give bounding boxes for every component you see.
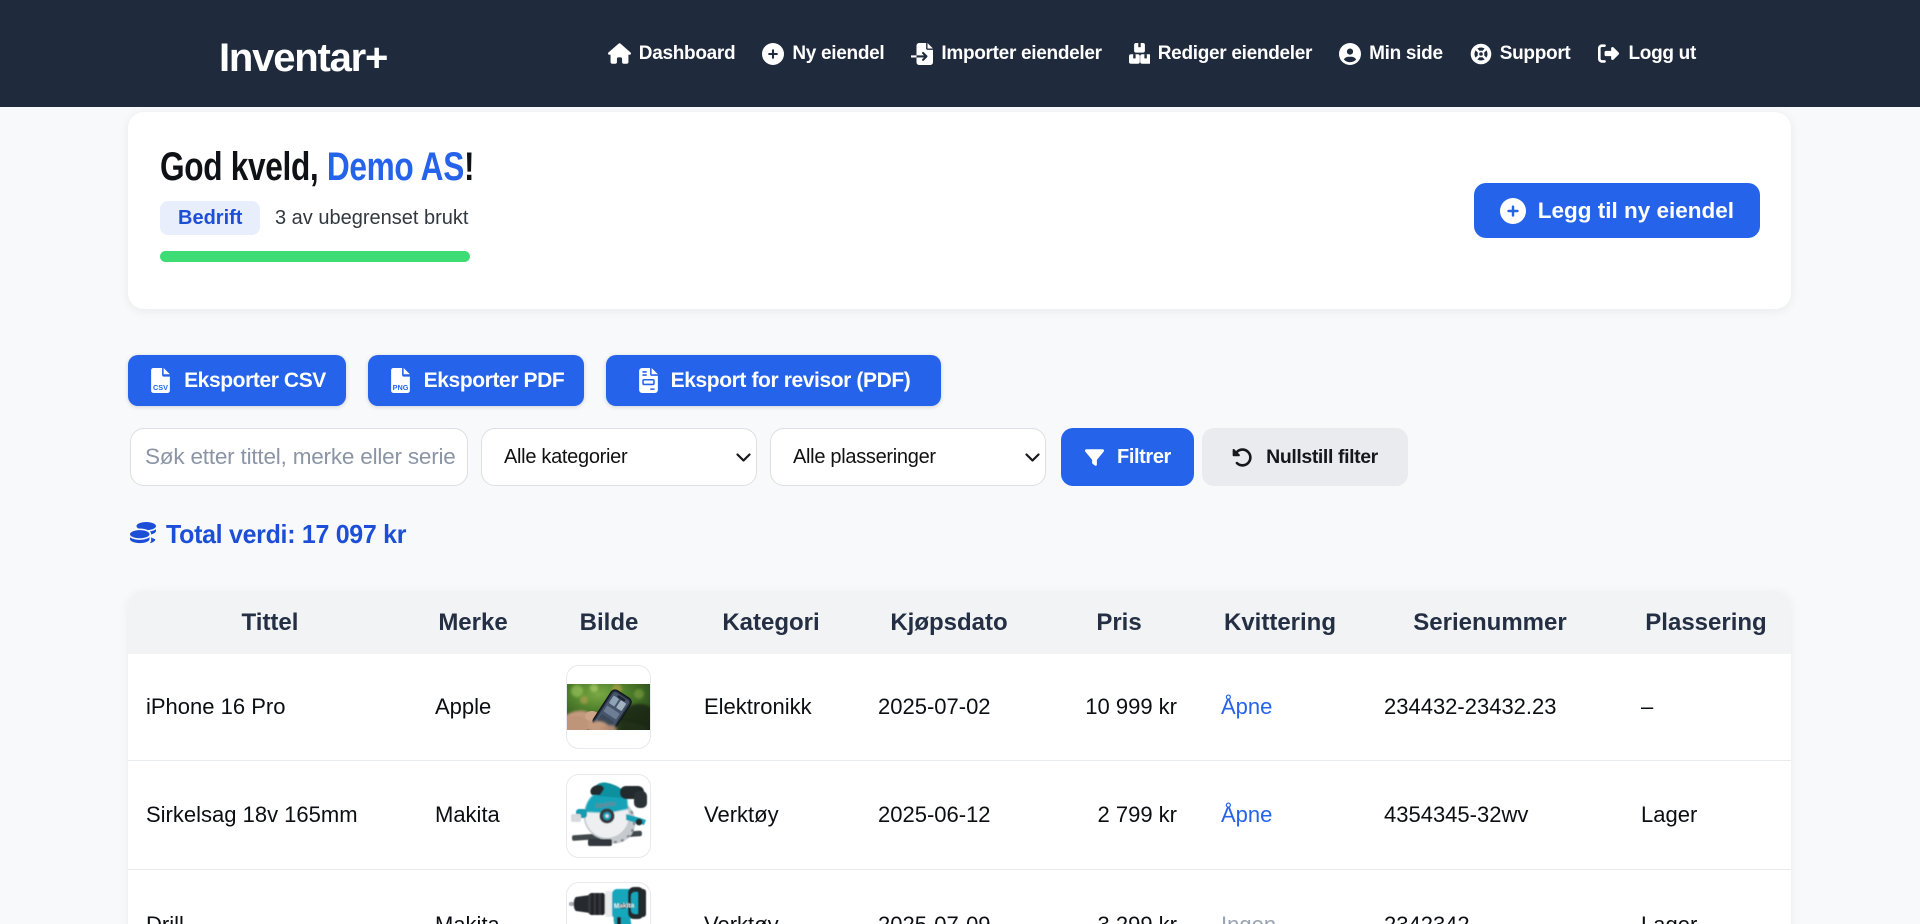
svg-text:Makita: Makita [614, 902, 635, 910]
svg-text:PNG: PNG [392, 383, 408, 392]
svg-text:CSV: CSV [153, 383, 168, 392]
